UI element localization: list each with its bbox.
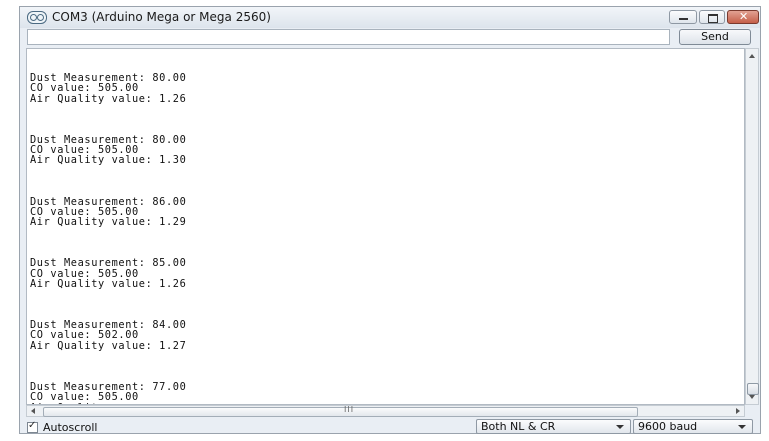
scroll-left-icon[interactable] [31, 408, 35, 414]
send-bar: Send [20, 29, 760, 47]
window-title: COM3 (Arduino Mega or Mega 2560) [52, 10, 271, 24]
maximize-icon [708, 14, 718, 23]
baud-rate-select[interactable]: 9600 baud [633, 419, 753, 434]
minimize-button[interactable] [669, 10, 697, 24]
autoscroll-label: Autoscroll [43, 421, 98, 434]
arduino-icon [27, 11, 47, 24]
serial-output[interactable]: Dust Measurement: 80.00 CO value: 505.00… [26, 48, 745, 405]
serial-output-text: Dust Measurement: 80.00 CO value: 505.00… [30, 72, 187, 404]
baud-rate-value: 9600 baud [638, 420, 698, 433]
autoscroll-checkbox[interactable]: ✓ [27, 420, 38, 433]
scroll-right-icon[interactable] [736, 408, 740, 414]
vertical-scrollbar[interactable] [745, 48, 759, 405]
close-icon: ✕ [739, 10, 749, 23]
minimize-icon [679, 18, 688, 20]
scroll-grip: III [344, 405, 355, 414]
scroll-up-icon[interactable] [749, 54, 755, 58]
send-button[interactable]: Send [679, 29, 751, 45]
chevron-down-icon [616, 425, 624, 429]
serial-monitor-window: COM3 (Arduino Mega or Mega 2560) ✕ Send … [19, 6, 761, 434]
close-button[interactable]: ✕ [727, 10, 759, 24]
serial-input[interactable] [27, 29, 670, 45]
chevron-down-icon [738, 425, 746, 429]
checkmark-icon: ✓ [28, 420, 37, 431]
vertical-scroll-thumb[interactable] [747, 383, 759, 395]
horizontal-scroll-thumb[interactable]: III [43, 405, 638, 417]
status-bar: ✓ Autoscroll Both NL & CR 9600 baud [20, 417, 760, 435]
line-ending-value: Both NL & CR [481, 420, 556, 433]
maximize-button[interactable] [699, 10, 725, 24]
title-bar[interactable]: COM3 (Arduino Mega or Mega 2560) ✕ [20, 7, 760, 28]
horizontal-scrollbar[interactable]: III [26, 405, 745, 417]
scroll-down-icon[interactable] [749, 395, 755, 399]
line-ending-select[interactable]: Both NL & CR [476, 419, 631, 434]
autoscroll-toggle[interactable]: ✓ Autoscroll [27, 420, 98, 434]
